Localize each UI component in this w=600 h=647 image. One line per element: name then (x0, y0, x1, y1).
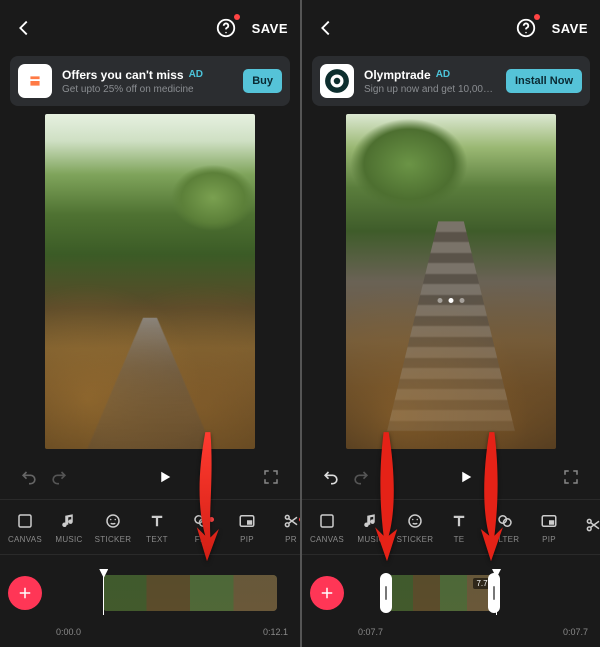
text-icon (449, 511, 469, 531)
ad-cta-button[interactable]: Install Now (506, 69, 582, 93)
tool-filter[interactable]: FILTER (484, 511, 526, 544)
help-icon[interactable] (514, 16, 538, 40)
redo-icon[interactable] (350, 466, 372, 488)
pip-icon (237, 511, 257, 531)
notification-dot (209, 517, 214, 522)
back-icon[interactable] (314, 16, 338, 40)
notification-dot (234, 14, 240, 20)
notification-dot (534, 14, 540, 20)
timeline-track[interactable]: 7.7 (352, 571, 592, 615)
time-left: 0:07.7 (358, 627, 383, 637)
timeline[interactable]: 7.7 (302, 555, 600, 627)
undo-icon[interactable] (320, 466, 342, 488)
timeline-clip[interactable]: 7.7 (386, 575, 494, 611)
playback-bar (0, 455, 300, 499)
playhead[interactable] (496, 571, 497, 615)
tool-precut[interactable] (572, 515, 600, 539)
video-preview[interactable] (346, 114, 556, 449)
pip-icon (539, 511, 559, 531)
scissors-icon (583, 515, 600, 535)
preview-image (45, 114, 255, 449)
ad-badge: AD (189, 69, 203, 80)
tool-precut[interactable]: PR (270, 511, 300, 544)
tool-canvas[interactable]: CANVAS (4, 511, 46, 544)
trim-handle-right[interactable] (488, 573, 500, 613)
save-button[interactable]: SAVE (552, 21, 588, 36)
play-icon[interactable] (153, 465, 177, 489)
timeline-track[interactable] (50, 571, 292, 615)
tool-sticker[interactable]: STICKER (394, 511, 436, 544)
tool-text[interactable]: TEXT (136, 511, 178, 544)
add-clip-button[interactable] (310, 576, 344, 610)
ad-subtitle: Sign up now and get 10,000 in your demo … (364, 84, 496, 95)
fullscreen-icon[interactable] (260, 466, 282, 488)
filter-icon (191, 511, 211, 531)
help-icon[interactable] (214, 16, 238, 40)
tool-pip[interactable]: PIP (528, 511, 570, 544)
canvas-icon (15, 511, 35, 531)
ad-banner[interactable]: Offers you can't miss AD Get upto 25% of… (10, 56, 290, 106)
add-clip-button[interactable] (8, 576, 42, 610)
undo-icon[interactable] (18, 466, 40, 488)
tool-text[interactable]: TE (438, 511, 480, 544)
scissors-icon (281, 511, 300, 531)
play-icon[interactable] (454, 465, 478, 489)
back-icon[interactable] (12, 16, 36, 40)
ad-subtitle: Get upto 25% off on medicine (62, 84, 233, 95)
music-icon (59, 511, 79, 531)
video-preview[interactable] (45, 114, 255, 449)
timeline-clip[interactable] (103, 575, 277, 611)
ad-banner[interactable]: Olymptrade AD Sign up now and get 10,000… (312, 56, 590, 106)
tool-row: CANVAS MUSIC STICKER TEXT FIL (0, 499, 300, 555)
ad-app-icon (18, 64, 52, 98)
tool-filter[interactable]: FIL (180, 511, 222, 544)
editor-screen-left: SAVE Offers you can't miss AD Get upto 2… (0, 0, 300, 647)
tool-sticker[interactable]: STICKER (92, 511, 134, 544)
preview-image (346, 114, 556, 449)
save-button[interactable]: SAVE (252, 21, 288, 36)
playback-bar (302, 455, 600, 499)
sticker-icon (405, 511, 425, 531)
time-right: 0:07.7 (563, 627, 588, 637)
editor-screen-right: SAVE Olymptrade AD Sign up now and get 1… (300, 0, 600, 647)
ad-app-icon (320, 64, 354, 98)
time-left: 0:00.0 (56, 627, 81, 637)
time-right: 0:12.1 (263, 627, 288, 637)
timeline[interactable] (0, 555, 300, 627)
tool-music[interactable]: MUSIC (48, 511, 90, 544)
page-dots (438, 298, 465, 303)
sticker-icon (103, 511, 123, 531)
canvas-icon (317, 511, 337, 531)
ad-cta-button[interactable]: Buy (243, 69, 282, 93)
tool-row: CANVAS MUSIC STICKER TE FILTER PIP (302, 499, 600, 555)
ad-badge: AD (436, 69, 450, 80)
tool-music[interactable]: MUSIC (350, 511, 392, 544)
ad-title: Olymptrade (364, 68, 431, 82)
trim-handle-left[interactable] (380, 573, 392, 613)
music-icon (361, 511, 381, 531)
ad-title: Offers you can't miss (62, 68, 184, 82)
fullscreen-icon[interactable] (560, 466, 582, 488)
playhead[interactable] (103, 571, 104, 615)
filter-icon (495, 511, 515, 531)
redo-icon[interactable] (48, 466, 70, 488)
tool-canvas[interactable]: CANVAS (306, 511, 348, 544)
topbar: SAVE (0, 0, 300, 56)
text-icon (147, 511, 167, 531)
tool-pip[interactable]: PIP (226, 511, 268, 544)
topbar: SAVE (302, 0, 600, 56)
